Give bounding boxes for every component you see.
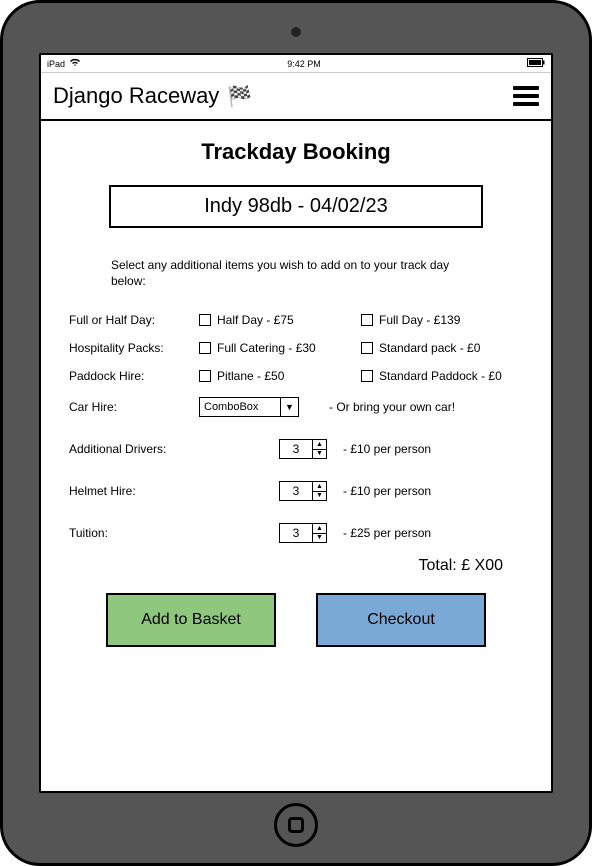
row-helmet: Helmet Hire: 3 ▲ ▼ - £10 per person <box>69 481 523 501</box>
drivers-label: Additional Drivers: <box>69 442 199 456</box>
helmet-note: - £10 per person <box>343 484 431 498</box>
helmet-label: Helmet Hire: <box>69 484 199 498</box>
catering-label: Full Catering - £30 <box>217 341 316 355</box>
hospitality-label: Hospitality Packs: <box>69 341 199 355</box>
carhire-note: - Or bring your own car! <box>329 400 455 414</box>
menu-button[interactable] <box>513 86 539 106</box>
total-label: Total: £ X00 <box>69 557 503 575</box>
button-row: Add to Basket Checkout <box>69 593 523 647</box>
tuition-label: Tuition: <box>69 526 199 540</box>
carrier-label: iPad <box>47 59 65 69</box>
home-button-icon <box>288 817 304 833</box>
brand-title: Django Raceway <box>53 83 219 109</box>
tuition-value: 3 <box>280 524 312 542</box>
content-area: Trackday Booking Indy 98db - 04/02/23 Se… <box>41 121 551 791</box>
home-button[interactable] <box>274 803 318 847</box>
catering-checkbox[interactable] <box>199 342 211 354</box>
drivers-stepper[interactable]: 3 ▲ ▼ <box>279 439 327 459</box>
tuition-up-icon[interactable]: ▲ <box>313 524 326 534</box>
carhire-label: Car Hire: <box>69 400 199 414</box>
standard-paddock-label: Standard Paddock - £0 <box>379 369 502 383</box>
standard-pack-checkbox[interactable] <box>361 342 373 354</box>
wifi-icon <box>69 58 81 69</box>
standard-paddock-checkbox[interactable] <box>361 370 373 382</box>
carhire-combo-text: ComboBox <box>200 398 280 416</box>
helmet-stepper[interactable]: 3 ▲ ▼ <box>279 481 327 501</box>
pitlane-checkbox[interactable] <box>199 370 211 382</box>
standard-pack-label: Standard pack - £0 <box>379 341 480 355</box>
row-paddock: Paddock Hire: Pitlane - £50 Standard Pad… <box>69 369 523 383</box>
row-carhire: Car Hire: ComboBox ▼ - Or bring your own… <box>69 397 523 417</box>
helmet-down-icon[interactable]: ▼ <box>313 492 326 501</box>
flag-icon: 🏁 <box>227 84 252 109</box>
battery-icon <box>527 58 545 69</box>
app-header: Django Raceway 🏁 <box>41 73 551 121</box>
full-day-checkbox[interactable] <box>361 314 373 326</box>
drivers-note: - £10 per person <box>343 442 431 456</box>
brand: Django Raceway 🏁 <box>53 83 252 109</box>
add-to-basket-button[interactable]: Add to Basket <box>106 593 276 647</box>
screen: iPad 9:42 PM Django Raceway 🏁 Tra <box>39 53 553 793</box>
tuition-down-icon[interactable]: ▼ <box>313 534 326 543</box>
half-day-label: Half Day - £75 <box>217 313 294 327</box>
page-title: Trackday Booking <box>69 139 523 165</box>
day-label: Full or Half Day: <box>69 313 199 327</box>
paddock-label: Paddock Hire: <box>69 369 199 383</box>
drivers-up-icon[interactable]: ▲ <box>313 440 326 450</box>
checkout-button[interactable]: Checkout <box>316 593 486 647</box>
carhire-combo[interactable]: ComboBox ▼ <box>199 397 299 417</box>
row-drivers: Additional Drivers: 3 ▲ ▼ - £10 per pers… <box>69 439 523 459</box>
event-display: Indy 98db - 04/02/23 <box>109 185 483 228</box>
full-day-label: Full Day - £139 <box>379 313 460 327</box>
row-hospitality: Hospitality Packs: Full Catering - £30 S… <box>69 341 523 355</box>
row-tuition: Tuition: 3 ▲ ▼ - £25 per person <box>69 523 523 543</box>
status-bar: iPad 9:42 PM <box>41 55 551 73</box>
pitlane-label: Pitlane - £50 <box>217 369 284 383</box>
drivers-down-icon[interactable]: ▼ <box>313 450 326 459</box>
tuition-stepper[interactable]: 3 ▲ ▼ <box>279 523 327 543</box>
camera-dot <box>291 27 301 37</box>
helmet-value: 3 <box>280 482 312 500</box>
status-time: 9:42 PM <box>287 59 321 69</box>
row-day: Full or Half Day: Half Day - £75 Full Da… <box>69 313 523 327</box>
intro-text: Select any additional items you wish to … <box>111 258 481 289</box>
helmet-up-icon[interactable]: ▲ <box>313 482 326 492</box>
chevron-down-icon: ▼ <box>280 398 298 416</box>
tablet-frame: iPad 9:42 PM Django Raceway 🏁 Tra <box>0 0 592 866</box>
drivers-value: 3 <box>280 440 312 458</box>
half-day-checkbox[interactable] <box>199 314 211 326</box>
tuition-note: - £25 per person <box>343 526 431 540</box>
